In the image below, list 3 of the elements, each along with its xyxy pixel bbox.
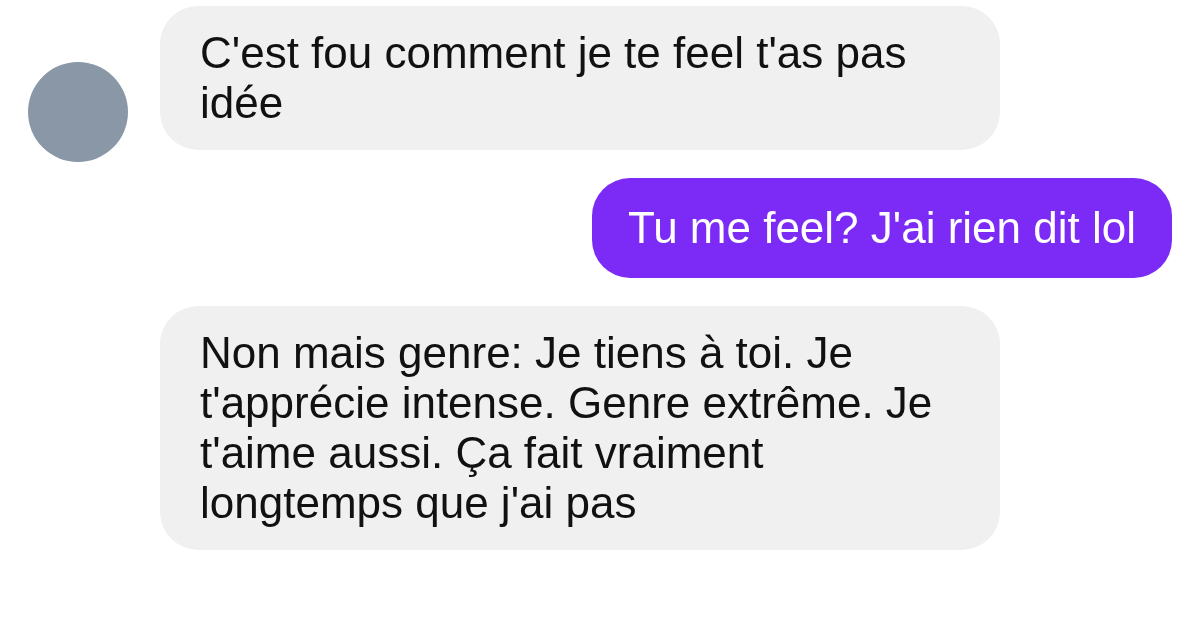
received-message-bubble: Non mais genre: Je tiens à toi. Je t'apprécie intense. Genre extrême. Je t'aime aussi. Ça fait vraiment longtemps que j'ai pas bbox=[160, 306, 1000, 550]
received-message-bubble: C'est fou comment je te feel t'as pas idée bbox=[160, 6, 1000, 150]
sent-message-bubble: Tu me feel? J'ai rien dit lol bbox=[591, 178, 1172, 278]
